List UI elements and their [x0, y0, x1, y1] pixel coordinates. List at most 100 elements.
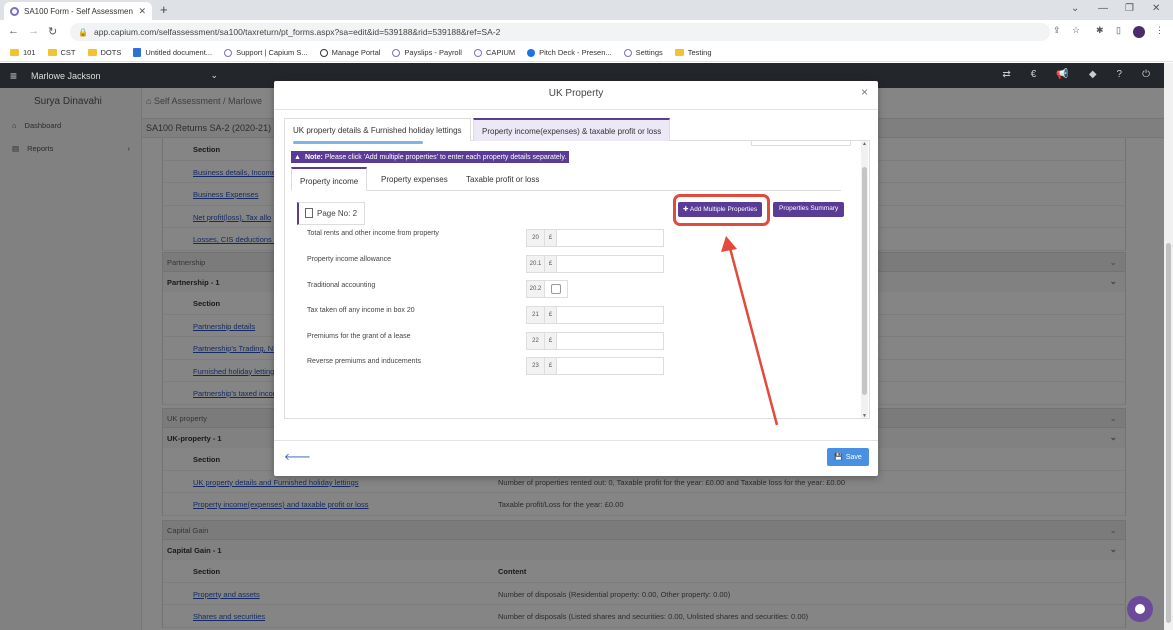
bookmark-capium[interactable]: CAPIUM [473, 48, 515, 57]
tab-property-income[interactable]: Property income [291, 167, 368, 191]
field-label: Tax taken off any income in box 20 [307, 307, 415, 314]
power-icon[interactable]: ⏻ [1142, 69, 1150, 80]
folder-icon [10, 49, 19, 56]
divider [274, 109, 878, 110]
page-scrollbar[interactable] [1164, 63, 1173, 630]
forward-icon[interactable]: → [28, 25, 39, 37]
browser-tab[interactable]: SA100 Form - Self Assessment ✕ [4, 2, 152, 20]
chat-widget-button[interactable] [1127, 596, 1153, 622]
globe-icon [319, 48, 328, 57]
box-21-input[interactable]: 21 £ [526, 306, 664, 324]
bookmark-testing[interactable]: Testing [674, 48, 712, 57]
capium-icon [473, 48, 482, 57]
folder-icon [674, 49, 684, 56]
tab-taxable-profit-or-loss[interactable]: Taxable profit or loss [458, 167, 547, 191]
box-22-input[interactable]: 22 £ [526, 332, 664, 350]
page-number-badge: Page No: 2 [297, 202, 366, 225]
field-label: Total rents and other income from proper… [307, 230, 439, 237]
folder-icon [87, 49, 97, 56]
close-window-icon[interactable]: ✕ [1152, 3, 1160, 14]
warning-icon: ▲ [294, 153, 301, 161]
modal-tabs: UK property details & Furnished holiday … [284, 118, 870, 141]
tab-title: SA100 Form - Self Assessment [24, 6, 134, 16]
help-icon[interactable]: ? [1117, 69, 1123, 80]
bookmark-101[interactable]: 101 [10, 48, 36, 57]
save-button[interactable]: 💾 Save [827, 448, 869, 466]
bookmark-pitch-deck[interactable]: Pitch Deck - Presen... [527, 48, 612, 57]
scrolled-field-edge [751, 141, 851, 146]
box-23-input[interactable]: 23 £ [526, 357, 664, 375]
back-arrow-icon[interactable]: 🡐 [284, 451, 311, 463]
field-label: Premiums for the grant of a lease [307, 333, 411, 340]
hamburger-menu-icon[interactable]: ≡ [10, 69, 17, 83]
address-bar-row: ← → ↻ 🔒 app.capium.com/selfassessment/sa… [0, 20, 1173, 44]
field-label: Property income allowance [307, 256, 392, 263]
amount-input[interactable] [557, 256, 663, 272]
note-banner: ▲ Note: Please click 'Add multiple prope… [291, 151, 570, 163]
pitch-icon [527, 48, 536, 57]
properties-summary-button[interactable]: Properties Summary [773, 202, 845, 217]
traditional-accounting-checkbox[interactable] [551, 284, 561, 294]
url-field[interactable]: 🔒 app.capium.com/selfassessment/sa100/ta… [70, 23, 1050, 41]
uk-property-modal: UK Property × UK property details & Furn… [274, 81, 878, 476]
maximize-icon[interactable]: ❐ [1125, 3, 1134, 14]
minimize-icon[interactable]: — [1098, 3, 1108, 14]
scrollbar-thumb[interactable] [1166, 243, 1171, 623]
tab-search-icon[interactable]: ⌄ [1071, 3, 1079, 14]
box-20-input[interactable]: 20 £ [526, 229, 664, 247]
capium-favicon-icon [10, 6, 19, 16]
highlight-annotation [673, 194, 770, 226]
google-docs-icon [133, 48, 142, 57]
tag-icon[interactable]: ◆ [1089, 69, 1097, 80]
amount-input[interactable] [557, 230, 663, 246]
scroll-down-icon[interactable]: ▼ [862, 413, 867, 418]
bookmark-settings[interactable]: Settings [623, 48, 663, 57]
bookmark-support[interactable]: Support | Capium S... [224, 48, 308, 57]
back-icon[interactable]: ← [8, 25, 19, 37]
url-text: app.capium.com/selfassessment/sa100/taxr… [93, 27, 501, 37]
tab-property-income-expenses[interactable]: Property income(expenses) & taxable prof… [473, 118, 671, 141]
capium-icon [623, 48, 632, 57]
amount-input[interactable] [557, 307, 663, 323]
announcement-icon[interactable]: 📢 [1056, 69, 1068, 80]
bookmark-untitled-document[interactable]: Untitled document... [133, 48, 212, 57]
share-icon[interactable]: ⇪ [1053, 25, 1061, 36]
tab-property-details[interactable]: UK property details & Furnished holiday … [284, 118, 471, 141]
extensions-icon[interactable]: ✱ [1096, 25, 1104, 36]
capium-icon [392, 48, 401, 57]
scrolled-content-edge [293, 141, 423, 144]
bookmarks-bar: 101 CST DOTS Untitled document... Suppor… [0, 44, 1173, 62]
capium-icon [224, 48, 233, 57]
scrollbar-thumb[interactable] [862, 167, 867, 395]
divider [274, 440, 878, 441]
capium-apps-icon[interactable]: € [1031, 69, 1037, 80]
chevron-down-icon[interactable]: ⌄ [211, 70, 219, 81]
new-tab-icon[interactable]: + [160, 2, 168, 17]
field-label: Reverse premiums and inducements [307, 358, 421, 365]
reload-icon[interactable]: ↻ [48, 25, 57, 38]
field-label: Traditional accounting [307, 282, 376, 289]
bookmark-dots[interactable]: DOTS [87, 48, 121, 57]
modal-title: UK Property [548, 88, 604, 99]
close-icon[interactable]: × [861, 85, 868, 99]
scroll-up-icon[interactable]: ▲ [862, 141, 867, 147]
amount-input[interactable] [557, 358, 663, 374]
tab-property-expenses[interactable]: Property expenses [373, 167, 456, 191]
panel-scrollbar[interactable]: ▲ ▼ [861, 141, 868, 418]
profile-avatar[interactable] [1133, 26, 1145, 38]
amount-input[interactable] [557, 333, 663, 349]
bookmark-star-icon[interactable]: ☆ [1072, 25, 1080, 36]
switch-icon[interactable]: ⇄ [1002, 69, 1010, 80]
close-tab-icon[interactable]: ✕ [138, 6, 146, 17]
box-20-1-input[interactable]: 20.1 £ [526, 255, 664, 273]
client-name[interactable]: Marlowe Jackson [31, 71, 101, 81]
inner-tabs: Property income Property expenses Taxabl… [291, 167, 841, 191]
box-20-2-checkbox[interactable]: 20.2 [526, 280, 568, 298]
browser-menu-icon[interactable]: ⋮ [1155, 25, 1164, 36]
bookmark-manage-portal[interactable]: Manage Portal [319, 48, 380, 57]
bookmark-cst[interactable]: CST [47, 48, 76, 57]
document-icon [305, 208, 313, 218]
bookmark-payslips[interactable]: Payslips - Payroll [392, 48, 462, 57]
browser-tab-bar: SA100 Form - Self Assessment ✕ + ⌄ — ❐ ✕ [0, 0, 1173, 20]
side-panel-icon[interactable]: ▯ [1116, 25, 1121, 36]
